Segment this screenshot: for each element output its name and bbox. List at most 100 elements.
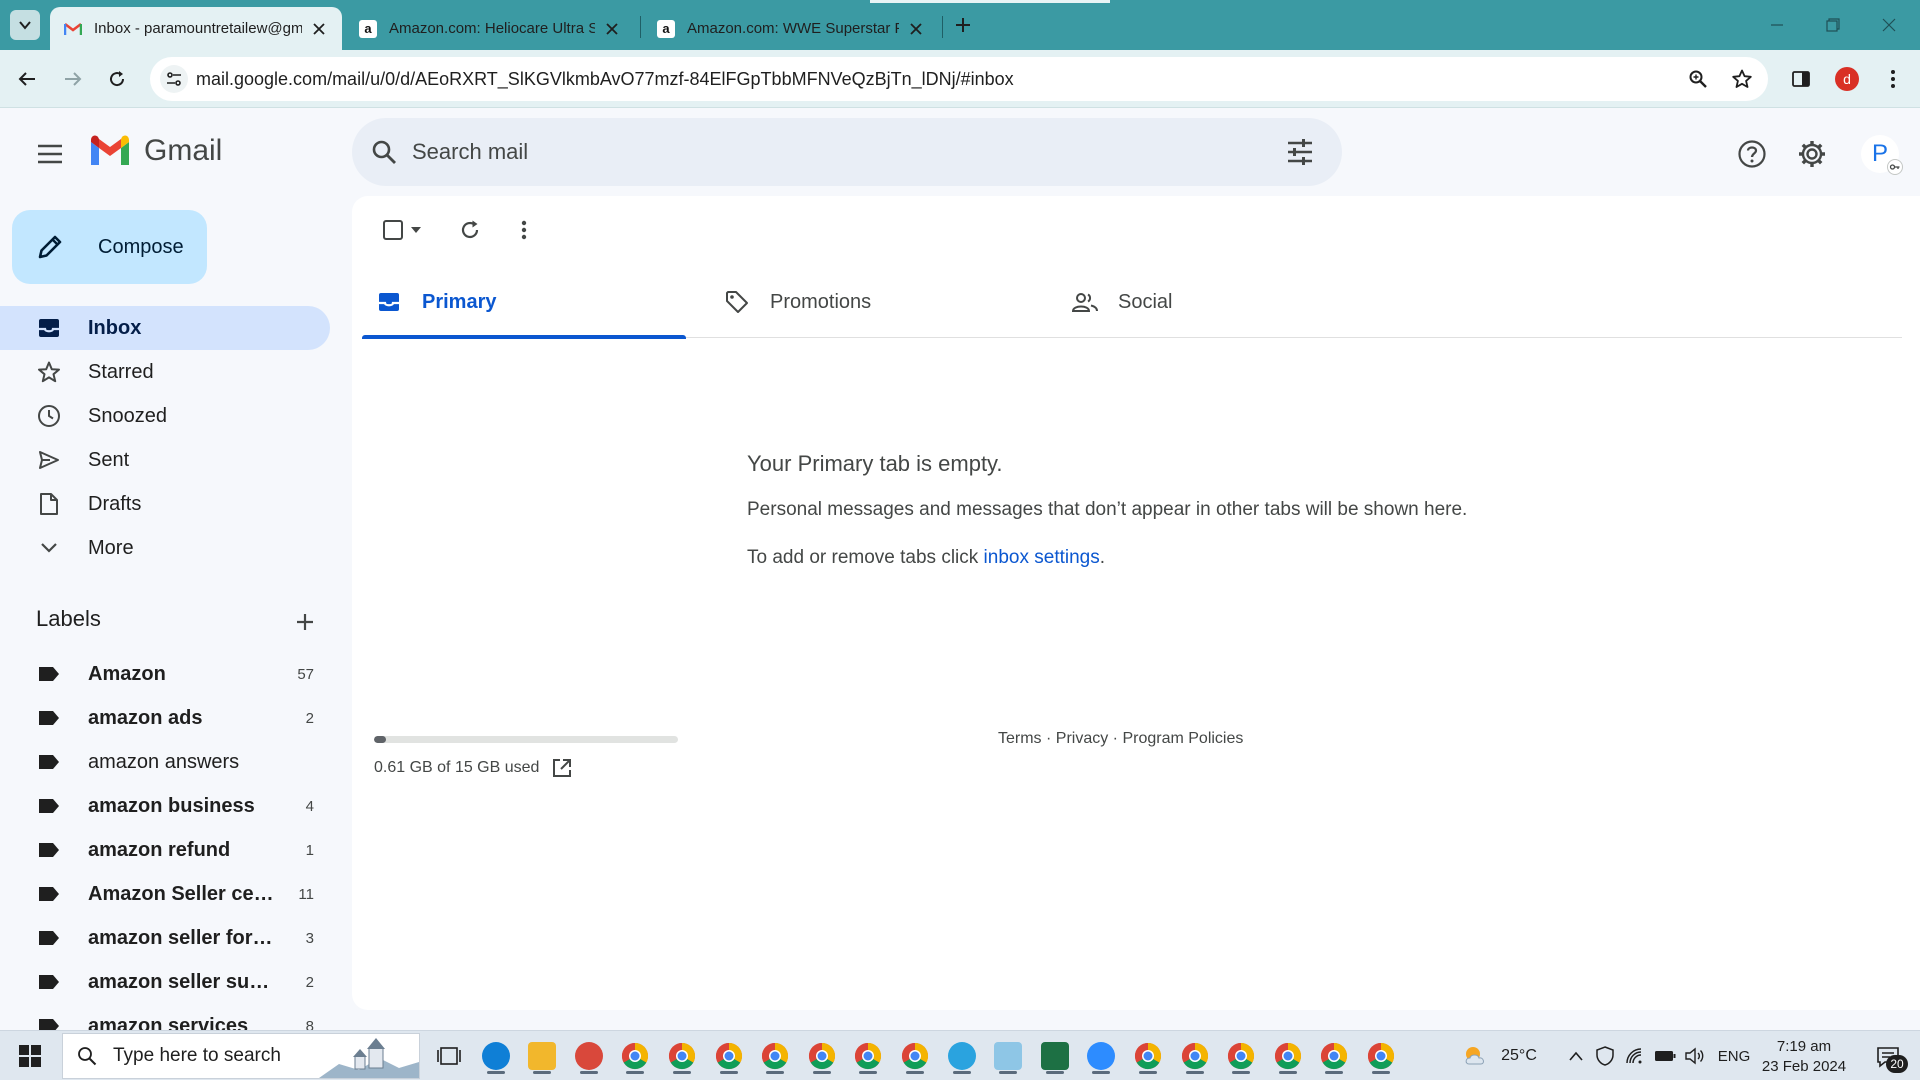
new-tab-button[interactable] xyxy=(950,12,976,38)
taskbar-app-chrome-p4[interactable] xyxy=(1315,1037,1353,1075)
privacy-link[interactable]: Privacy xyxy=(1056,730,1108,747)
browser-tab-amazon-wwe[interactable]: a Amazon.com: WWE Superstar F xyxy=(643,7,939,50)
taskbar-app-task-view[interactable] xyxy=(430,1037,468,1075)
reload-button[interactable] xyxy=(102,64,132,94)
kebab-menu-icon xyxy=(521,220,527,240)
nav-item-snoozed[interactable]: Snoozed xyxy=(0,394,330,438)
taskbar-app-chrome-d1[interactable] xyxy=(616,1037,654,1075)
main-menu-button[interactable] xyxy=(30,136,70,172)
battery-icon[interactable] xyxy=(1652,1031,1678,1080)
taskbar-app-excel[interactable] xyxy=(1036,1037,1074,1075)
taskbar-app-chrome-p5[interactable] xyxy=(1362,1037,1400,1075)
profile-button[interactable]: d xyxy=(1832,64,1862,94)
taskbar-app-chrome-d2[interactable] xyxy=(663,1037,701,1075)
tab-title: Amazon.com: Heliocare Ultra SPF xyxy=(389,20,595,37)
system-clock[interactable]: 7:19 am 23 Feb 2024 xyxy=(1756,1037,1852,1077)
language-indicator[interactable]: ENG xyxy=(1714,1031,1754,1080)
tab-promotions[interactable]: Promotions xyxy=(710,266,1034,338)
label-item[interactable]: amazon answers xyxy=(0,740,330,784)
taskbar-app-chrome-p1[interactable] xyxy=(1176,1037,1214,1075)
taskbar-app-chrome-p3[interactable] xyxy=(1269,1037,1307,1075)
inbox-settings-link[interactable]: inbox settings xyxy=(984,547,1100,568)
select-all-button[interactable] xyxy=(374,214,430,246)
zoom-icon[interactable] xyxy=(1686,67,1710,91)
nav-item-drafts[interactable]: Drafts xyxy=(0,482,330,526)
inbox-tabs: Primary Promotions Social xyxy=(362,266,1902,339)
taskbar-app-chrome-rc[interactable] xyxy=(803,1037,841,1075)
more-actions-button[interactable] xyxy=(506,214,542,246)
weather-icon[interactable] xyxy=(1458,1031,1494,1080)
bookmark-star-icon[interactable] xyxy=(1730,67,1754,91)
tab-social[interactable]: Social xyxy=(1058,266,1382,338)
close-tab-icon[interactable] xyxy=(310,20,328,38)
create-label-button[interactable] xyxy=(291,608,319,636)
taskbar-app-chrome-d5[interactable] xyxy=(849,1037,887,1075)
security-shield-icon[interactable] xyxy=(1592,1031,1618,1080)
label-unread-count: 2 xyxy=(305,709,314,727)
refresh-icon xyxy=(461,220,479,239)
send-icon xyxy=(36,447,62,473)
label-item[interactable]: amazon seller foru... 3 xyxy=(0,916,330,960)
notification-center-button[interactable]: 20 xyxy=(1866,1043,1910,1073)
search-icon[interactable] xyxy=(368,136,400,168)
search-bar[interactable] xyxy=(352,118,1342,186)
taskbar-app-snipping-tool[interactable] xyxy=(570,1037,608,1075)
restore-button[interactable] xyxy=(1811,8,1855,42)
main-panel: Primary Promotions Social Your Primary t… xyxy=(352,196,1920,1010)
forward-button[interactable] xyxy=(58,64,88,94)
search-input[interactable] xyxy=(412,136,1212,168)
address-bar[interactable]: mail.google.com/mail/u/0/d/AEoRXRT_SlKGV… xyxy=(150,57,1768,101)
compose-button[interactable]: Compose xyxy=(12,210,207,284)
support-button[interactable] xyxy=(1732,134,1772,174)
taskbar-app-chrome-a[interactable] xyxy=(896,1037,934,1075)
wifi-icon[interactable] xyxy=(1622,1031,1648,1080)
taskbar-app-chrome-d4[interactable] xyxy=(756,1037,794,1075)
nav-item-starred[interactable]: Starred xyxy=(0,350,330,394)
settings-button[interactable] xyxy=(1792,134,1832,174)
clock-time: 7:19 am xyxy=(1776,1038,1832,1055)
label-item[interactable]: amazon business 4 xyxy=(0,784,330,828)
terms-link[interactable]: Terms xyxy=(998,730,1042,747)
browser-tab-amazon-heliocare[interactable]: a Amazon.com: Heliocare Ultra SPF xyxy=(345,7,635,50)
label-item[interactable]: Amazon 57 xyxy=(0,652,330,696)
minimize-button[interactable] xyxy=(1755,8,1799,42)
label-item[interactable]: amazon refund 1 xyxy=(0,828,330,872)
label-item[interactable]: Amazon Seller cen... 11 xyxy=(0,872,330,916)
start-button[interactable] xyxy=(8,1039,52,1073)
open-in-new-icon[interactable] xyxy=(551,757,573,779)
side-panel-button[interactable] xyxy=(1786,64,1816,94)
taskbar-app-telegram[interactable] xyxy=(943,1037,981,1075)
browser-menu-button[interactable] xyxy=(1878,64,1908,94)
back-button[interactable] xyxy=(12,64,42,94)
refresh-button[interactable] xyxy=(452,214,488,246)
close-tab-icon[interactable] xyxy=(907,20,925,38)
label-item[interactable]: amazon ads 2 xyxy=(0,696,330,740)
site-info-icon[interactable] xyxy=(160,65,188,93)
taskbar-app-file-explorer[interactable] xyxy=(523,1037,561,1075)
nav-item-more[interactable]: More xyxy=(0,526,330,570)
taskbar-app-chrome-d3[interactable] xyxy=(710,1037,748,1075)
browser-tab-gmail[interactable]: Inbox - paramountretailew@gm xyxy=(50,7,342,50)
tab-primary[interactable]: Primary xyxy=(362,266,686,339)
taskbar-search[interactable]: Type here to search xyxy=(62,1033,420,1079)
close-tab-icon[interactable] xyxy=(603,20,621,38)
label-item[interactable]: amazon seller sup... 2 xyxy=(0,960,330,1004)
tab-search-button[interactable] xyxy=(10,10,40,40)
restore-icon xyxy=(1826,18,1840,32)
gmail-logo[interactable]: Gmail xyxy=(88,134,222,168)
weather-temp[interactable]: 25°C xyxy=(1496,1031,1542,1080)
search-options-icon[interactable] xyxy=(1284,136,1316,168)
account-button[interactable]: P xyxy=(1860,134,1903,175)
program-policies-link[interactable]: Program Policies xyxy=(1122,730,1243,747)
volume-icon[interactable] xyxy=(1682,1031,1708,1080)
taskbar-app-chrome-p2[interactable] xyxy=(1222,1037,1260,1075)
taskbar-app-notepad[interactable] xyxy=(989,1037,1027,1075)
url-text[interactable]: mail.google.com/mail/u/0/d/AEoRXRT_SlKGV… xyxy=(196,69,1014,90)
close-window-button[interactable] xyxy=(1867,8,1911,42)
taskbar-app-chrome[interactable] xyxy=(1129,1037,1167,1075)
taskbar-app-edge[interactable] xyxy=(477,1037,515,1075)
nav-item-sent[interactable]: Sent xyxy=(0,438,330,482)
taskbar-app-zoom[interactable] xyxy=(1082,1037,1120,1075)
chevron-up-icon[interactable] xyxy=(1564,1031,1588,1080)
nav-item-inbox[interactable]: Inbox xyxy=(0,306,330,350)
